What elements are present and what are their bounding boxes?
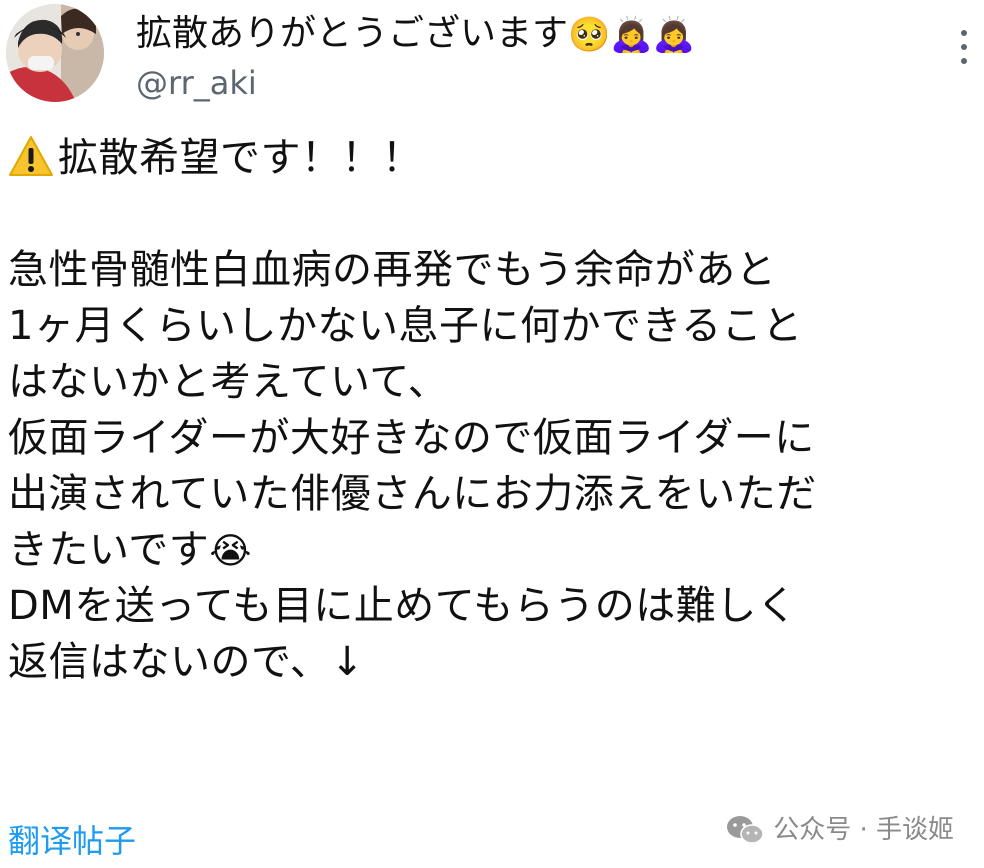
display-name-text: 拡散ありがとうございます	[136, 13, 569, 54]
tweet-line-9: DMを送っても目に止めてもらうのは難しく	[8, 583, 798, 629]
crying-face-emoji: 😭	[209, 531, 252, 572]
bowing-woman-emoji-2: 🙇‍♀️	[652, 15, 696, 55]
tweet-line-1: 拡散希望です！！！	[8, 130, 976, 186]
tweet-body: 拡散希望です！！！ 急性骨髄性白血病の再発でもう余命があと 1ヶ月くらいしかない…	[8, 130, 976, 690]
bowing-woman-emoji: 🙇‍♀️	[610, 15, 653, 55]
pleading-face-emoji: 🥺	[568, 15, 611, 55]
user-handle[interactable]: @rr_aki	[136, 62, 257, 104]
tweet-line-10: 返信はないので、↓	[8, 639, 365, 685]
tweet-line-4: 1ヶ月くらいしかない息子に何かできること	[8, 303, 803, 349]
avatar-photo	[6, 4, 104, 102]
avatar[interactable]	[6, 4, 104, 102]
wechat-icon	[725, 814, 765, 846]
tweet-line-7: 出演されていた俳優さんにお力添えをいただ	[8, 471, 817, 517]
display-name[interactable]: 拡散ありがとうございます🥺🙇‍♀️🙇‍♀️	[136, 6, 695, 63]
watermark-text: 公众号 · 手谈姬	[773, 815, 954, 845]
more-dot	[961, 58, 967, 64]
more-vertical-icon[interactable]	[958, 30, 970, 64]
tweet-line-5: はないかと考えていて、	[8, 359, 449, 405]
more-dot	[961, 44, 967, 50]
tweet-line-text: きたいです	[8, 527, 210, 573]
tweet-line-text: 拡散希望です！！！	[58, 135, 423, 181]
translate-post-link[interactable]: 翻译帖子	[8, 818, 136, 864]
more-dot	[961, 30, 967, 36]
warning-icon	[8, 135, 54, 192]
tweet-line-3: 急性骨髄性白血病の再発でもう余命があと	[8, 247, 777, 293]
watermark: 公众号 · 手谈姬	[725, 808, 954, 852]
tweet-line-6: 仮面ライダーが大好きなので仮面ライダーに	[8, 415, 815, 461]
tweet-line-8: きたいです😭	[8, 522, 976, 578]
